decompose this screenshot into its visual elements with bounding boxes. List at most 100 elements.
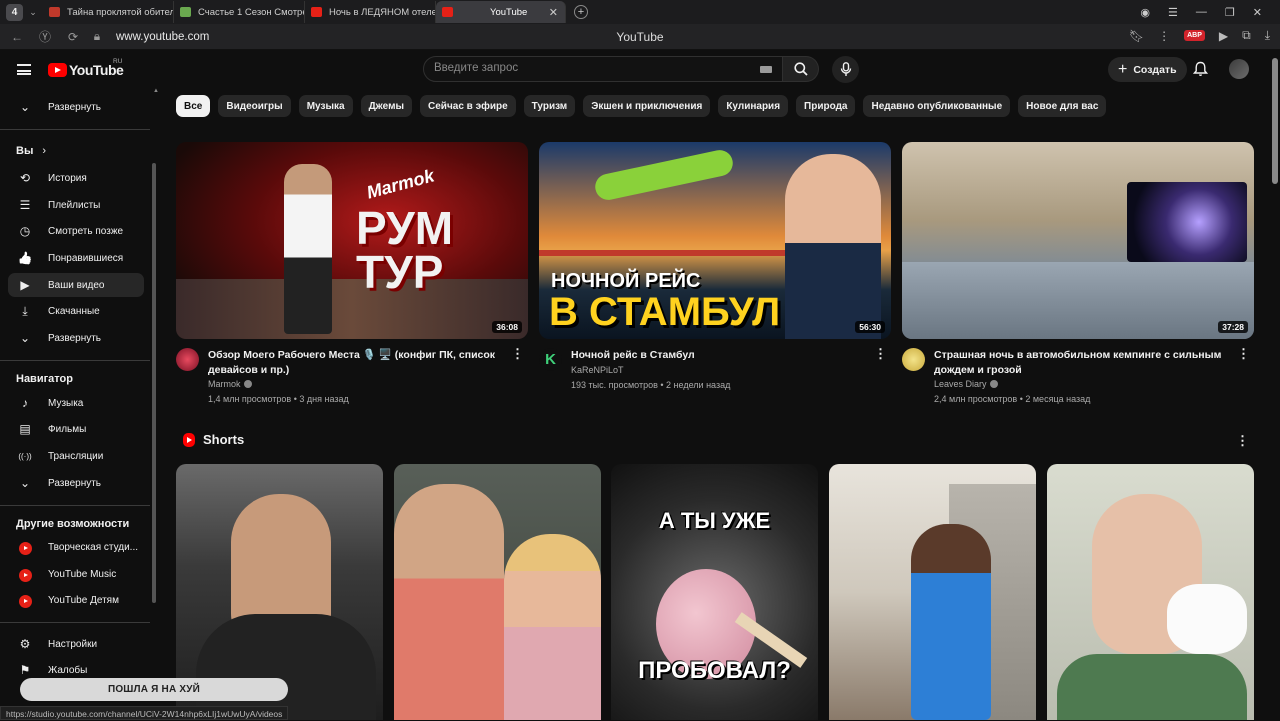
sidebar-item-settings[interactable]: ⚙ Настройки xyxy=(8,632,144,656)
tab-count-badge[interactable]: 4 xyxy=(6,3,23,21)
channel-avatar[interactable] xyxy=(176,348,199,371)
menu-icon[interactable] xyxy=(17,64,31,75)
reload-icon[interactable]: ⟳ xyxy=(62,30,84,44)
voice-search-button[interactable] xyxy=(832,56,859,83)
sidebar-item-films[interactable]: ▤ Фильмы xyxy=(8,417,144,441)
chip-all[interactable]: Все xyxy=(176,95,211,117)
video-card[interactable]: 37:28 Страшная ночь в автомобильном кемп… xyxy=(902,142,1254,407)
tab-favicon-icon xyxy=(311,7,322,17)
video-thumbnail[interactable]: Marmok РУМ ТУР 36:08 xyxy=(176,142,528,339)
sidebar-expand[interactable]: ⌄ Развернуть xyxy=(8,326,144,350)
browser-tab[interactable]: Ночь в ЛЕДЯНОМ отеле xyxy=(305,1,436,23)
short-card[interactable] xyxy=(829,464,1036,720)
browser-tab-active[interactable]: YouTube ✕ xyxy=(436,1,566,23)
rug xyxy=(176,279,528,339)
sidebar-item-your-videos[interactable]: ▶ Ваши видео xyxy=(8,273,144,297)
video-title[interactable]: Обзор Моего Рабочего Места 🎙️ 🖥️ (конфиг… xyxy=(208,348,504,377)
sidebar-item-youtube-music[interactable]: YouTube Music xyxy=(8,562,144,586)
chip[interactable]: Музыка xyxy=(298,95,353,117)
sidebar-item-studio[interactable]: Творческая студи... xyxy=(8,535,144,559)
chip[interactable]: Туризм xyxy=(523,95,576,117)
yandex-icon[interactable]: Ⓨ xyxy=(34,28,56,45)
short-card[interactable]: А ТЫ УЖЕ ПРОБОВАЛ? xyxy=(611,464,818,720)
close-window-icon[interactable]: ✕ xyxy=(1253,6,1262,19)
close-icon[interactable]: ✕ xyxy=(549,6,558,19)
search-icon xyxy=(793,62,808,76)
url-field[interactable]: www.youtube.com xyxy=(116,31,209,43)
page-scrollbar[interactable] xyxy=(1272,58,1278,184)
chip[interactable]: Сейчас в эфире xyxy=(420,95,516,117)
chip[interactable]: Кулинария xyxy=(718,95,789,117)
keyboard-icon[interactable] xyxy=(760,66,772,73)
lock-icon[interactable]: 🔒︎ xyxy=(86,29,108,44)
search-button[interactable] xyxy=(783,56,819,82)
sidebar-scrollbar[interactable] xyxy=(152,163,156,603)
sidebar-item-liked[interactable]: 👍 Понравившиеся xyxy=(8,246,144,270)
download-icon[interactable]: ⤓ xyxy=(1265,28,1270,43)
new-tab-button[interactable]: + xyxy=(574,5,588,19)
sidebar-item-playlists[interactable]: ☰ Плейлисты xyxy=(8,193,144,217)
sidebar-item-youtube-kids[interactable]: YouTube Детям xyxy=(8,588,144,612)
sidebar-item-label: Ваши видео xyxy=(48,279,105,291)
chip[interactable]: Природа xyxy=(796,95,856,117)
channel-avatar[interactable] xyxy=(902,348,925,371)
video-title[interactable]: Страшная ночь в автомобильном кемпинге с… xyxy=(934,348,1230,377)
browser-tab-title: YouTube xyxy=(490,6,528,18)
search-input[interactable]: Введите запрос xyxy=(423,56,783,82)
media-icon[interactable]: ▶ xyxy=(1219,29,1228,43)
sidebar-expand[interactable]: ⌄ Развернуть xyxy=(8,471,144,495)
video-thumbnail[interactable]: 37:28 xyxy=(902,142,1254,339)
chip[interactable]: Джемы xyxy=(360,95,413,117)
verified-icon xyxy=(989,380,998,388)
sidebar-item-label: Развернуть xyxy=(48,477,102,489)
sidebar-section-you[interactable]: Вы › xyxy=(16,145,46,157)
adblock-icon[interactable]: ABP xyxy=(1184,30,1205,41)
sidebar-expand[interactable]: ⌄ Развернуть xyxy=(8,95,144,119)
video-title[interactable]: Ночной рейс в Стамбул xyxy=(571,348,867,363)
divider xyxy=(0,360,150,361)
bell-icon[interactable] xyxy=(1193,61,1208,77)
browser-tab-title: Счастье 1 Сезон Смотре xyxy=(198,6,305,18)
chip[interactable]: Недавно опубликованные xyxy=(863,95,1011,117)
more-icon[interactable]: ⋮ xyxy=(1158,29,1170,43)
extensions-icon[interactable]: ☰ xyxy=(1168,6,1178,19)
playlists-icon: ☰ xyxy=(19,198,31,212)
video-card[interactable]: Marmok РУМ ТУР 36:08 Обзор Моего Рабочег… xyxy=(176,142,528,407)
sidebar-item-live[interactable]: ((·)) Трансляции xyxy=(8,444,144,468)
status-bar-url: https://studio.youtube.com/channel/UCiV-… xyxy=(0,706,289,720)
chevron-down-icon[interactable]: ⌄ xyxy=(23,7,43,18)
bookmark-icon[interactable]: 🔖︎ xyxy=(1129,29,1144,43)
more-actions-icon[interactable]: ⋮ xyxy=(1237,347,1250,360)
browser-tab[interactable]: Тайна проклятой обител xyxy=(43,1,174,23)
sidebar-item-music[interactable]: ♪ Музыка xyxy=(8,391,144,415)
restore-icon[interactable]: ❐ xyxy=(1225,6,1235,19)
short-card[interactable] xyxy=(1047,464,1254,720)
more-actions-icon[interactable]: ⋮ xyxy=(511,347,524,360)
video-card[interactable]: НОЧНОЙ РЕЙС В СТАМБУЛ 56:30 K Ночной рей… xyxy=(539,142,891,393)
channel-name[interactable]: Marmok xyxy=(208,377,504,392)
back-icon[interactable]: ← xyxy=(6,30,28,44)
chip[interactable]: Экшен и приключения xyxy=(583,95,711,117)
channel-name[interactable]: Leaves Diary xyxy=(934,377,1230,392)
more-actions-icon[interactable]: ⋮ xyxy=(874,347,887,360)
video-thumbnail[interactable]: НОЧНОЙ РЕЙС В СТАМБУЛ 56:30 xyxy=(539,142,891,339)
create-button[interactable]: + Создать xyxy=(1108,57,1187,82)
youtube-logo[interactable]: YouTube RU xyxy=(48,58,124,78)
sidebar-item-history[interactable]: ⟲ История xyxy=(8,166,144,190)
avatar[interactable] xyxy=(1229,59,1249,79)
channel-avatar[interactable]: K xyxy=(539,348,562,371)
chip[interactable]: Новое для вас xyxy=(1018,95,1107,117)
scroll-up-icon[interactable]: ▲ xyxy=(153,88,159,94)
browser-tab[interactable]: Счастье 1 Сезон Смотре xyxy=(174,1,305,23)
channel-name[interactable]: KaReNPiLoT xyxy=(571,363,867,378)
minimize-icon[interactable]: — xyxy=(1196,6,1207,18)
profile-icon[interactable]: ◉ xyxy=(1140,6,1150,19)
short-card[interactable] xyxy=(394,464,601,720)
video-stats: 193 тыс. просмотров • 2 недели назад xyxy=(571,379,731,390)
chip[interactable]: Видеоигры xyxy=(218,95,291,117)
share-icon[interactable]: ⧉ xyxy=(1242,28,1251,43)
sidebar-item-downloads[interactable]: ⤓ Скачанные xyxy=(8,299,144,323)
sidebar-item-label: Жалобы xyxy=(48,664,88,676)
more-actions-icon[interactable]: ⋮ xyxy=(1236,433,1249,449)
sidebar-item-watch-later[interactable]: ◷ Смотреть позже xyxy=(8,219,144,243)
